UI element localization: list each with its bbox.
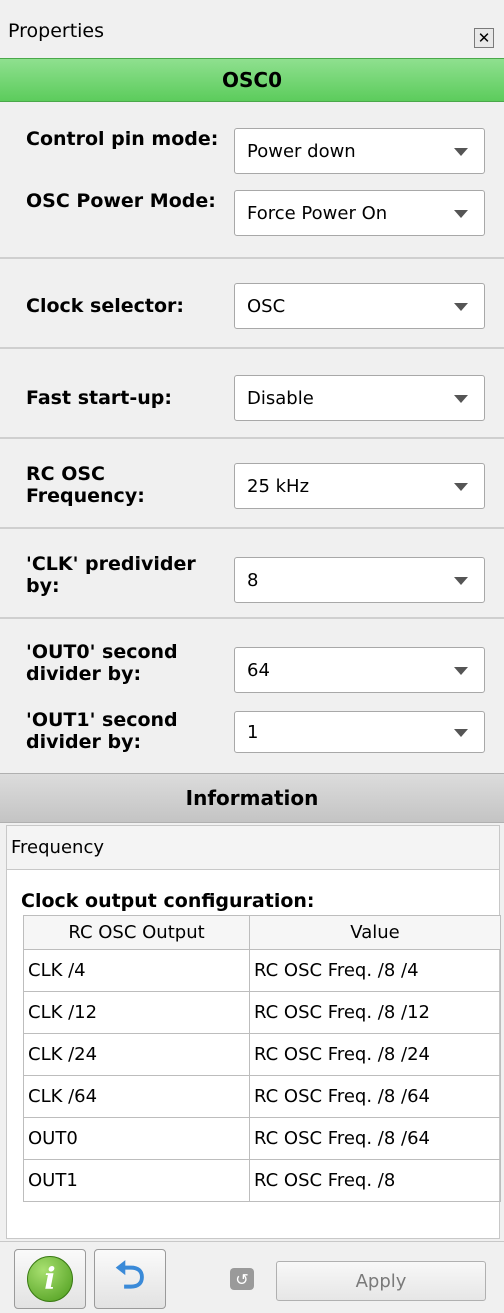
panel-title: Properties xyxy=(8,19,105,42)
panel-titlebar: Properties ✕ xyxy=(0,0,504,62)
clock-output-table: RC OSC Output Value CLK /4 RC OSC Freq. /… xyxy=(23,915,501,1202)
footer-toolbar: i ⮌ ↺ Apply xyxy=(0,1241,504,1313)
section-output-dividers: 'OUT0' second divider by: 64 'OUT1' seco… xyxy=(0,619,504,773)
table-row: CLK /12 RC OSC Freq. /8 /12 xyxy=(23,991,501,1034)
frequency-tab[interactable]: Frequency xyxy=(7,826,499,870)
table-header-value: Value xyxy=(249,915,501,950)
control-pin-mode-select[interactable]: Power down xyxy=(234,128,485,174)
chevron-down-icon xyxy=(454,210,468,218)
table-row: CLK /64 RC OSC Freq. /8 /64 xyxy=(23,1075,501,1118)
undo-icon: ⮌ xyxy=(114,1252,146,1297)
table-row: CLK /24 RC OSC Freq. /8 /24 xyxy=(23,1033,501,1076)
table-row: CLK /4 RC OSC Freq. /8 /4 xyxy=(23,949,501,992)
clk-predivider-select[interactable]: 8 xyxy=(234,557,485,603)
section-clk-predivider: 'CLK' predivider by: 8 xyxy=(0,529,504,619)
rc-osc-frequency-select[interactable]: 25 kHz xyxy=(234,463,485,509)
section-fast-startup: Fast start-up: Disable xyxy=(0,349,504,439)
table-row: OUT1 RC OSC Freq. /8 xyxy=(23,1159,501,1202)
chevron-down-icon xyxy=(454,577,468,585)
out1-divider-select[interactable]: 1 xyxy=(234,711,485,753)
table-header-output: RC OSC Output xyxy=(23,915,250,950)
out0-divider-select[interactable]: 64 xyxy=(234,647,485,693)
fast-startup-select[interactable]: Disable xyxy=(234,375,485,421)
info-button[interactable]: i xyxy=(14,1249,86,1309)
component-name: OSC0 xyxy=(222,68,282,92)
clock-selector-label: Clock selector: xyxy=(26,295,184,317)
out1-divider-label: 'OUT1' second divider by: xyxy=(26,709,178,753)
information-header[interactable]: Information xyxy=(0,773,504,823)
chevron-down-icon xyxy=(454,729,468,737)
table-row: OUT0 RC OSC Freq. /8 /64 xyxy=(23,1117,501,1160)
chevron-down-icon xyxy=(454,667,468,675)
clk-predivider-label: 'CLK' predivider by: xyxy=(26,553,196,597)
table-header-row: RC OSC Output Value xyxy=(23,915,501,950)
osc-power-mode-label: OSC Power Mode: xyxy=(26,190,216,212)
chevron-down-icon xyxy=(454,303,468,311)
section-clock-selector: Clock selector: OSC xyxy=(0,259,504,349)
section-rc-osc-frequency: RC OSC Frequency: 25 kHz xyxy=(0,439,504,529)
rc-osc-frequency-label: RC OSC Frequency: xyxy=(26,463,145,507)
out0-divider-label: 'OUT0' second divider by: xyxy=(26,641,178,685)
chevron-down-icon xyxy=(454,148,468,156)
info-icon: i xyxy=(27,1256,73,1302)
information-panel: Frequency Clock output configuration: RC… xyxy=(6,825,501,1239)
apply-button[interactable]: Apply xyxy=(276,1261,486,1301)
osc-power-mode-select[interactable]: Force Power On xyxy=(234,190,485,236)
chevron-down-icon xyxy=(454,483,468,491)
section-power: Control pin mode: Power down OSC Power M… xyxy=(0,102,504,259)
clock-selector-select[interactable]: OSC xyxy=(234,283,485,329)
close-icon[interactable]: ✕ xyxy=(474,28,494,48)
control-pin-mode-label: Control pin mode: xyxy=(26,128,219,150)
reset-icon[interactable]: ↺ xyxy=(230,1268,254,1290)
chevron-down-icon xyxy=(454,395,468,403)
fast-startup-label: Fast start-up: xyxy=(26,387,172,409)
undo-button[interactable]: ⮌ xyxy=(94,1249,166,1309)
component-header: OSC0 xyxy=(0,58,504,102)
clock-output-config-title: Clock output configuration: xyxy=(21,890,315,912)
